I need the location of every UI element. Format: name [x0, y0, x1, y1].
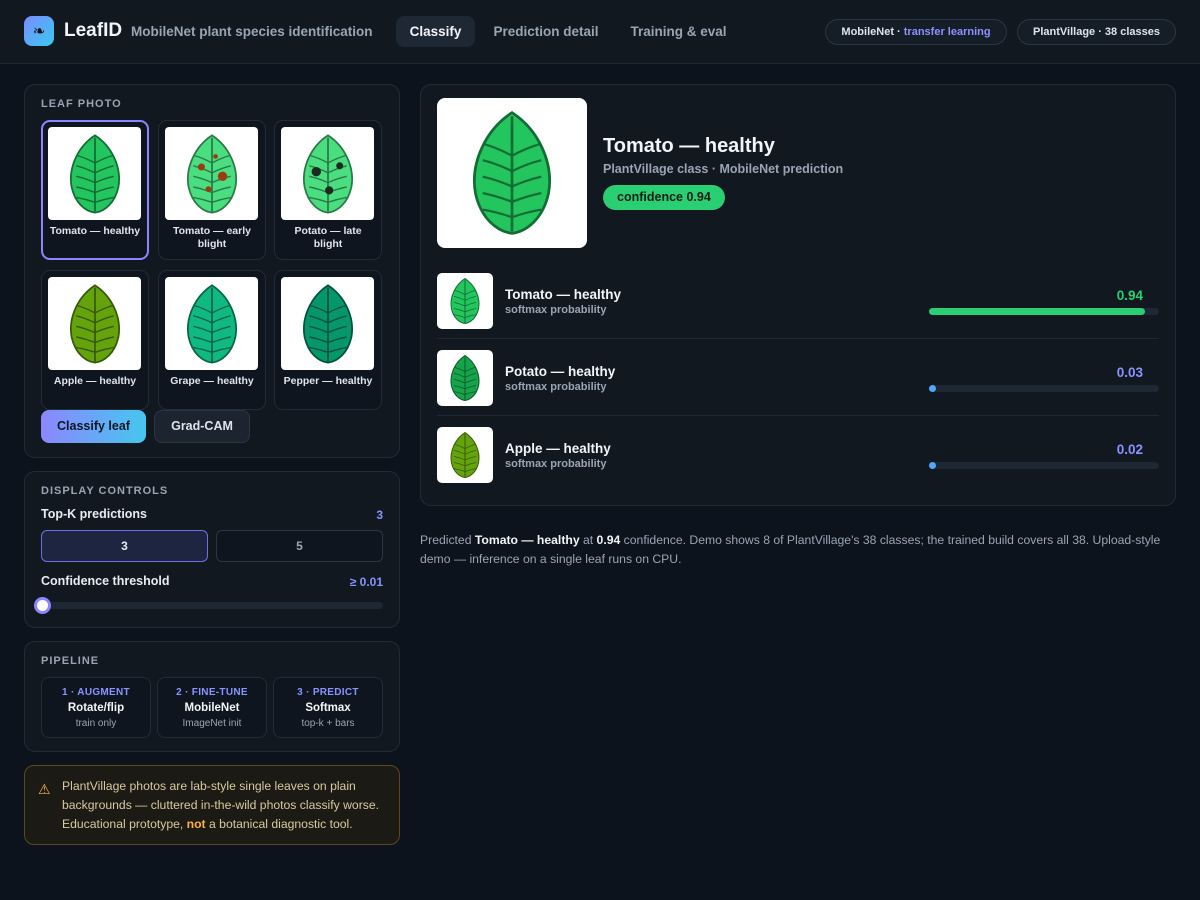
disclaimer-banner: ⚠ PlantVillage photos are lab-style sing… — [24, 765, 400, 845]
topk-class-name: Tomato — healthy — [505, 287, 622, 302]
leaf-image — [281, 127, 374, 220]
topk-option-5[interactable]: 5 — [216, 530, 383, 562]
step-title: Softmax — [305, 702, 351, 714]
prediction-hero-image — [437, 98, 587, 248]
topk-probability: 0.03 — [1116, 365, 1143, 380]
topk-row: Tomato — healthy softmax probability 0.9… — [437, 273, 1159, 329]
divider — [437, 338, 1159, 339]
leaf-image — [165, 277, 258, 370]
step-title: MobileNet — [184, 702, 240, 714]
leaf-image — [48, 127, 141, 220]
topk-row: Potato — healthy softmax probability 0.0… — [437, 350, 1159, 406]
footnote-class: Tomato — healthy — [474, 533, 580, 547]
app-subtitle: MobileNet plant species identification — [131, 24, 373, 39]
footnote-a: Predicted — [420, 533, 475, 547]
topk-leaf-image — [437, 273, 493, 329]
threshold-slider-thumb[interactable] — [34, 597, 51, 614]
pipeline-step-predict: 3 · PREDICT Softmax top-k + bars — [273, 677, 383, 738]
probability-bar-fill — [929, 385, 936, 392]
pipeline-title: PIPELINE — [41, 655, 100, 667]
topk-class-sub: softmax probability — [505, 458, 607, 470]
step-sub: top-k + bars — [301, 718, 355, 729]
pipeline-panel: PIPELINE 1 · AUGMENT Rotate/flip train o… — [24, 641, 400, 752]
topk-probability: 0.94 — [1116, 288, 1143, 303]
tab-classify[interactable]: Classify — [396, 16, 475, 47]
pipeline-step-augment: 1 · AUGMENT Rotate/flip train only — [41, 677, 151, 738]
dataset-pill: PlantVillage · 38 classes — [1017, 19, 1176, 45]
display-controls-title: DISPLAY CONTROLS — [41, 485, 169, 497]
probability-bar — [929, 385, 1159, 392]
model-pill-accent: transfer learning — [903, 26, 991, 38]
tab-prediction-detail[interactable]: Prediction detail — [484, 16, 608, 47]
topk-class-sub: softmax probability — [505, 304, 607, 316]
leaf-photo-title: LEAF PHOTO — [41, 98, 122, 110]
threshold-slider-track[interactable] — [34, 597, 383, 614]
leaf-logo-icon: ❧ — [24, 16, 54, 46]
display-controls-panel: DISPLAY CONTROLS Top-K predictions 3 3 5… — [24, 471, 400, 628]
confidence-badge: confidence 0.94 — [603, 185, 725, 210]
step-sub: train only — [75, 718, 117, 729]
leaf-thumb-label: Apple — healthy — [53, 375, 137, 387]
threshold-value: ≥ 0.01 — [349, 575, 383, 589]
leaf-thumb-pepper-healthy[interactable]: Pepper — healthy — [274, 270, 382, 410]
model-pill-main: MobileNet · — [841, 26, 904, 38]
step-title: Rotate/flip — [67, 702, 125, 714]
app-name: LeafID — [64, 20, 123, 41]
leaf-thumb-grape-healthy[interactable]: Grape — healthy — [158, 270, 266, 410]
step-sub: ImageNet init — [182, 718, 242, 729]
disclaimer-emphasis: not — [186, 817, 206, 831]
top-bar: ❧ LeafID MobileNet plant species identif… — [0, 0, 1200, 64]
model-pill: MobileNet · transfer learning — [825, 19, 1007, 45]
leaf-thumb-label: Potato — late blight — [294, 225, 362, 250]
leaf-thumb-potato-late-blight[interactable]: Potato — late blight — [274, 120, 382, 260]
prediction-subtitle: PlantVillage class · MobileNet predictio… — [603, 162, 844, 176]
topk-value: 3 — [376, 508, 383, 522]
topk-class-name: Potato — healthy — [505, 364, 616, 379]
disclaimer-text: PlantVillage photos are lab-style single… — [62, 777, 387, 834]
topk-leaf-image — [437, 427, 493, 483]
leaf-photo-panel: LEAF PHOTO Tomato — healthy Tomato — ear… — [24, 84, 400, 458]
leaf-image — [48, 277, 141, 370]
probability-bar — [929, 462, 1159, 469]
step-kicker: 3 · PREDICT — [297, 687, 359, 698]
prediction-footnote: Predicted Tomato — healthy at 0.94 confi… — [420, 531, 1180, 569]
prediction-panel: Tomato — healthy PlantVillage class · Mo… — [420, 84, 1176, 506]
probability-bar-fill — [929, 308, 1146, 315]
leaf-image — [165, 127, 258, 220]
topk-class-sub: softmax probability — [505, 381, 607, 393]
topk-probability: 0.02 — [1116, 442, 1143, 457]
probability-bar-fill — [929, 462, 936, 469]
leaf-thumb-label: Tomato — healthy — [49, 225, 141, 237]
topk-option-3[interactable]: 3 — [41, 530, 208, 562]
divider — [437, 415, 1159, 416]
classify-leaf-button[interactable]: Classify leaf — [41, 410, 146, 443]
leaf-thumb-label: Grape — healthy — [170, 375, 254, 387]
probability-bar — [929, 308, 1159, 315]
footnote-confidence: 0.94 — [596, 533, 621, 547]
leaf-thumb-apple-healthy[interactable]: Apple — healthy — [41, 270, 149, 410]
topk-leaf-image — [437, 350, 493, 406]
step-kicker: 1 · AUGMENT — [62, 687, 130, 698]
threshold-label: Confidence threshold — [41, 574, 170, 588]
topk-class-name: Apple — healthy — [505, 441, 611, 456]
warning-icon: ⚠ — [38, 782, 51, 798]
leaf-thumb-label: Pepper — healthy — [283, 375, 373, 387]
leaf-image — [281, 277, 374, 370]
step-kicker: 2 · FINE-TUNE — [176, 687, 248, 698]
disclaimer-text-b: a botanical diagnostic tool. — [205, 817, 353, 831]
tab-training-eval[interactable]: Training & eval — [620, 16, 737, 47]
topk-label: Top-K predictions — [41, 507, 148, 521]
leaf-thumb-tomato-early-blight[interactable]: Tomato — early blight — [158, 120, 266, 260]
footnote-c: at — [579, 533, 597, 547]
prediction-title: Tomato — healthy — [603, 135, 775, 157]
leaf-thumb-tomato-healthy[interactable]: Tomato — healthy — [41, 120, 149, 260]
leaf-thumb-label: Tomato — early blight — [173, 225, 251, 250]
topk-row: Apple — healthy softmax probability 0.02 — [437, 427, 1159, 483]
pipeline-step-fine-tune: 2 · FINE-TUNE MobileNet ImageNet init — [157, 677, 267, 738]
gradcam-button[interactable]: Grad-CAM — [154, 410, 250, 443]
